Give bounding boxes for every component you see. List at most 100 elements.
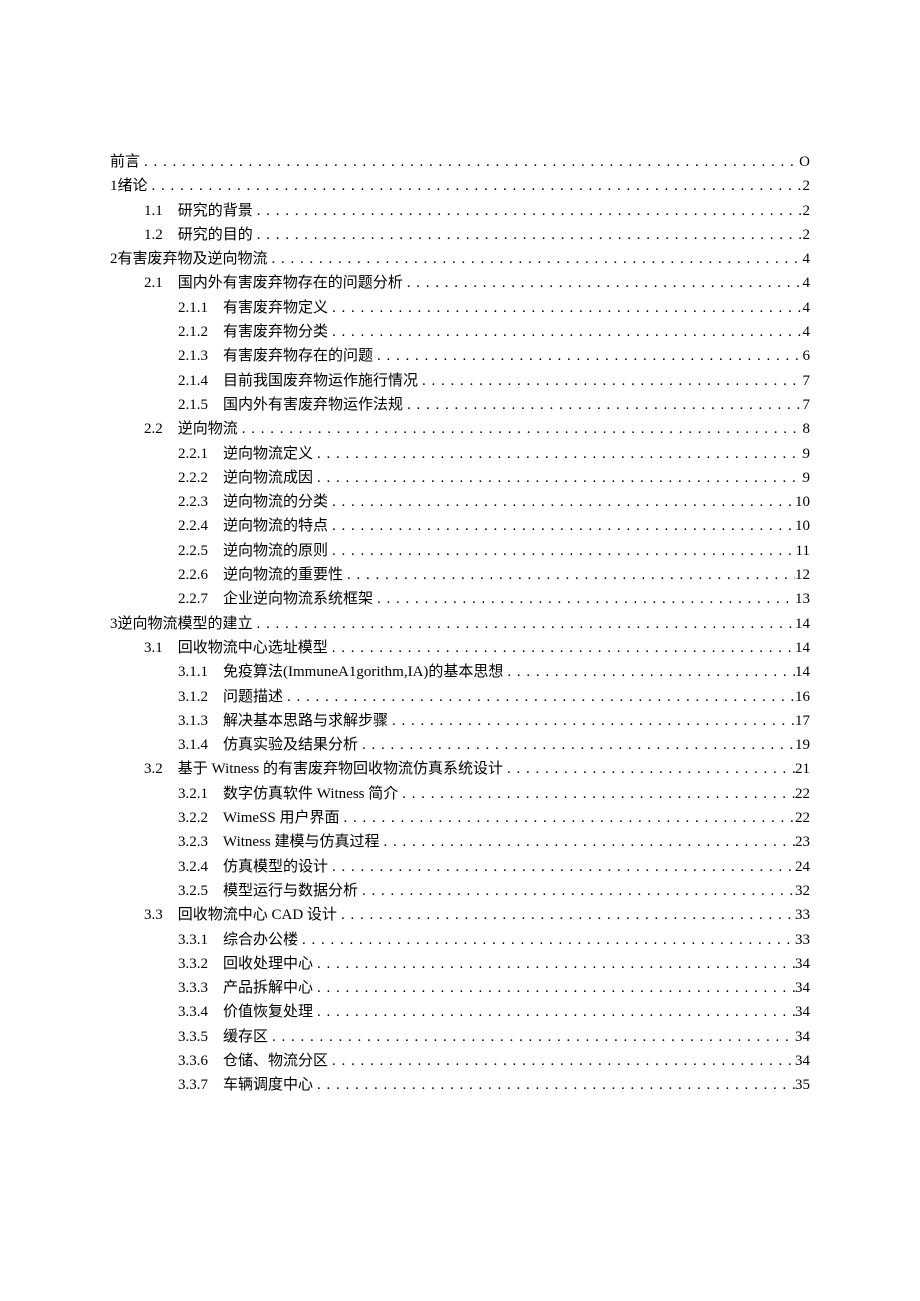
toc-entry-gap xyxy=(208,830,223,854)
toc-entry-number: 3.2.2 xyxy=(178,806,208,830)
toc-entry-page: 6 xyxy=(803,344,811,368)
toc-entry: 3.2.1 数字仿真软件 Witness 简介22 xyxy=(110,782,810,806)
toc-entry-title: 目前我国废弃物运作施行情况 xyxy=(223,369,418,393)
toc-entry: 2.2.3 逆向物流的分类10 xyxy=(110,490,810,514)
toc-entry-number: 2.1.3 xyxy=(178,344,208,368)
toc-entry-page: 10 xyxy=(795,490,810,514)
toc-entry-gap xyxy=(208,733,223,757)
toc-entry: 3.2 基于 Witness 的有害废弃物回收物流仿真系统设计21 xyxy=(110,757,810,781)
toc-entry-gap xyxy=(208,442,223,466)
toc-entry-title: 逆向物流成因 xyxy=(223,466,313,490)
toc-entry-number: 3.2.4 xyxy=(178,855,208,879)
toc-entry-page: 33 xyxy=(795,928,810,952)
toc-entry-page: 32 xyxy=(795,879,810,903)
toc-entry: 3.2.2 WimeSS 用户界面22 xyxy=(110,806,810,830)
toc-entry-number: 3.3.7 xyxy=(178,1073,208,1097)
toc-entry-leader xyxy=(403,271,803,295)
toc-entry-title: 研究的背景 xyxy=(178,199,253,223)
toc-entry-gap xyxy=(163,417,178,441)
toc-entry-gap xyxy=(208,563,223,587)
toc-entry-page: 14 xyxy=(795,612,810,636)
toc-entry-page: 2 xyxy=(803,174,811,198)
toc-entry: 3.1.3 解决基本思路与求解步骤17 xyxy=(110,709,810,733)
toc-entry-leader xyxy=(298,928,795,952)
toc-entry-gap xyxy=(163,223,178,247)
toc-entry-gap xyxy=(208,976,223,1000)
toc-entry-leader xyxy=(328,1049,795,1073)
toc-entry-number: 2.1.4 xyxy=(178,369,208,393)
toc-entry-page: 34 xyxy=(795,1049,810,1073)
toc-entry-gap xyxy=(208,709,223,733)
toc-entry-title: 模型运行与数据分析 xyxy=(223,879,358,903)
toc-entry-number: 2.2 xyxy=(144,417,163,441)
toc-entry: 2.2.6 逆向物流的重要性12 xyxy=(110,563,810,587)
toc-entry-leader xyxy=(313,442,802,466)
toc-entry-title: 逆向物流的特点 xyxy=(223,514,328,538)
toc-entry: 1.2 研究的目的2 xyxy=(110,223,810,247)
toc-entry-gap xyxy=(208,514,223,538)
toc-entry-leader xyxy=(403,393,802,417)
toc-entry-number: 2.1.1 xyxy=(178,296,208,320)
toc-entry-page: 35 xyxy=(795,1073,810,1097)
toc-entry-number: 3.1.3 xyxy=(178,709,208,733)
toc-entry: 2.1.5 国内外有害废弃物运作法规7 xyxy=(110,393,810,417)
toc-entry-title: 逆向物流 xyxy=(178,417,238,441)
toc-entry-number: 1.1 xyxy=(144,199,163,223)
toc-entry-leader xyxy=(238,417,803,441)
toc-page: 前言O1 绪论21.1 研究的背景21.2 研究的目的22 有害废弃物及逆向物流… xyxy=(0,0,920,1301)
toc-entry-gap xyxy=(208,1000,223,1024)
toc-entry-number: 1 xyxy=(110,174,118,198)
toc-entry: 2.2.1 逆向物流定义9 xyxy=(110,442,810,466)
toc-entry-page: 4 xyxy=(803,296,811,320)
toc-entry: 2.2.4 逆向物流的特点10 xyxy=(110,514,810,538)
toc-entry: 2.2.7 企业逆向物流系统框架13 xyxy=(110,587,810,611)
toc-entry: 1.1 研究的背景2 xyxy=(110,199,810,223)
toc-entry-number: 3.1 xyxy=(144,636,163,660)
toc-entry-gap xyxy=(163,199,178,223)
toc-entry-leader xyxy=(358,879,795,903)
toc-entry-leader xyxy=(140,150,799,174)
toc-entry: 2.1.3 有害废弃物存在的问题6 xyxy=(110,344,810,368)
toc-entry-title: 回收处理中心 xyxy=(223,952,313,976)
toc-entry: 2.1.2 有害废弃物分类4 xyxy=(110,320,810,344)
toc-entry: 3.3.1 综合办公楼33 xyxy=(110,928,810,952)
toc-entry: 3.1.2 问题描述16 xyxy=(110,685,810,709)
toc-entry-gap xyxy=(208,296,223,320)
toc-entry-number: 3.3.4 xyxy=(178,1000,208,1024)
toc-entry-number: 2 xyxy=(110,247,118,271)
toc-entry-number: 3.1.1 xyxy=(178,660,208,684)
toc-entry-leader xyxy=(313,1000,795,1024)
toc-entry-leader xyxy=(268,247,803,271)
toc-entry-gap xyxy=(163,903,178,927)
toc-entry-leader xyxy=(148,174,803,198)
toc-entry: 3.2.4 仿真模型的设计24 xyxy=(110,855,810,879)
toc-entry-page: 12 xyxy=(795,563,810,587)
toc-entry-number: 3.1.2 xyxy=(178,685,208,709)
toc-entry-gap xyxy=(163,636,178,660)
toc-entry-page: 7 xyxy=(803,369,811,393)
toc-entry-gap xyxy=(208,685,223,709)
toc-entry-page: 4 xyxy=(803,271,811,295)
toc-entry-gap xyxy=(208,466,223,490)
toc-entry-page: O xyxy=(799,150,810,174)
toc-entry-number: 3.3.5 xyxy=(178,1025,208,1049)
toc-entry: 2 有害废弃物及逆向物流 4 xyxy=(110,247,810,271)
toc-entry-gap xyxy=(208,587,223,611)
toc-entry-number: 3.3.1 xyxy=(178,928,208,952)
toc-entry-title: 研究的目的 xyxy=(178,223,253,247)
toc-entry-number: 3.3.2 xyxy=(178,952,208,976)
toc-entry-leader xyxy=(380,830,796,854)
toc-entry-page: 9 xyxy=(803,466,811,490)
toc-entry: 3.3.4 价值恢复处理34 xyxy=(110,1000,810,1024)
toc-entry-leader xyxy=(373,587,795,611)
toc-entry-leader xyxy=(253,223,803,247)
toc-entry-page: 14 xyxy=(795,660,810,684)
toc-entry-number: 2.2.4 xyxy=(178,514,208,538)
toc-entry-title: 有害废弃物及逆向物流 xyxy=(118,247,268,271)
toc-entry-leader xyxy=(337,903,795,927)
toc-entry-gap xyxy=(208,344,223,368)
toc-entry-number: 3 xyxy=(110,612,118,636)
toc-entry-title: 问题描述 xyxy=(223,685,283,709)
toc-entry-page: 4 xyxy=(803,247,811,271)
toc-entry-gap xyxy=(208,1025,223,1049)
